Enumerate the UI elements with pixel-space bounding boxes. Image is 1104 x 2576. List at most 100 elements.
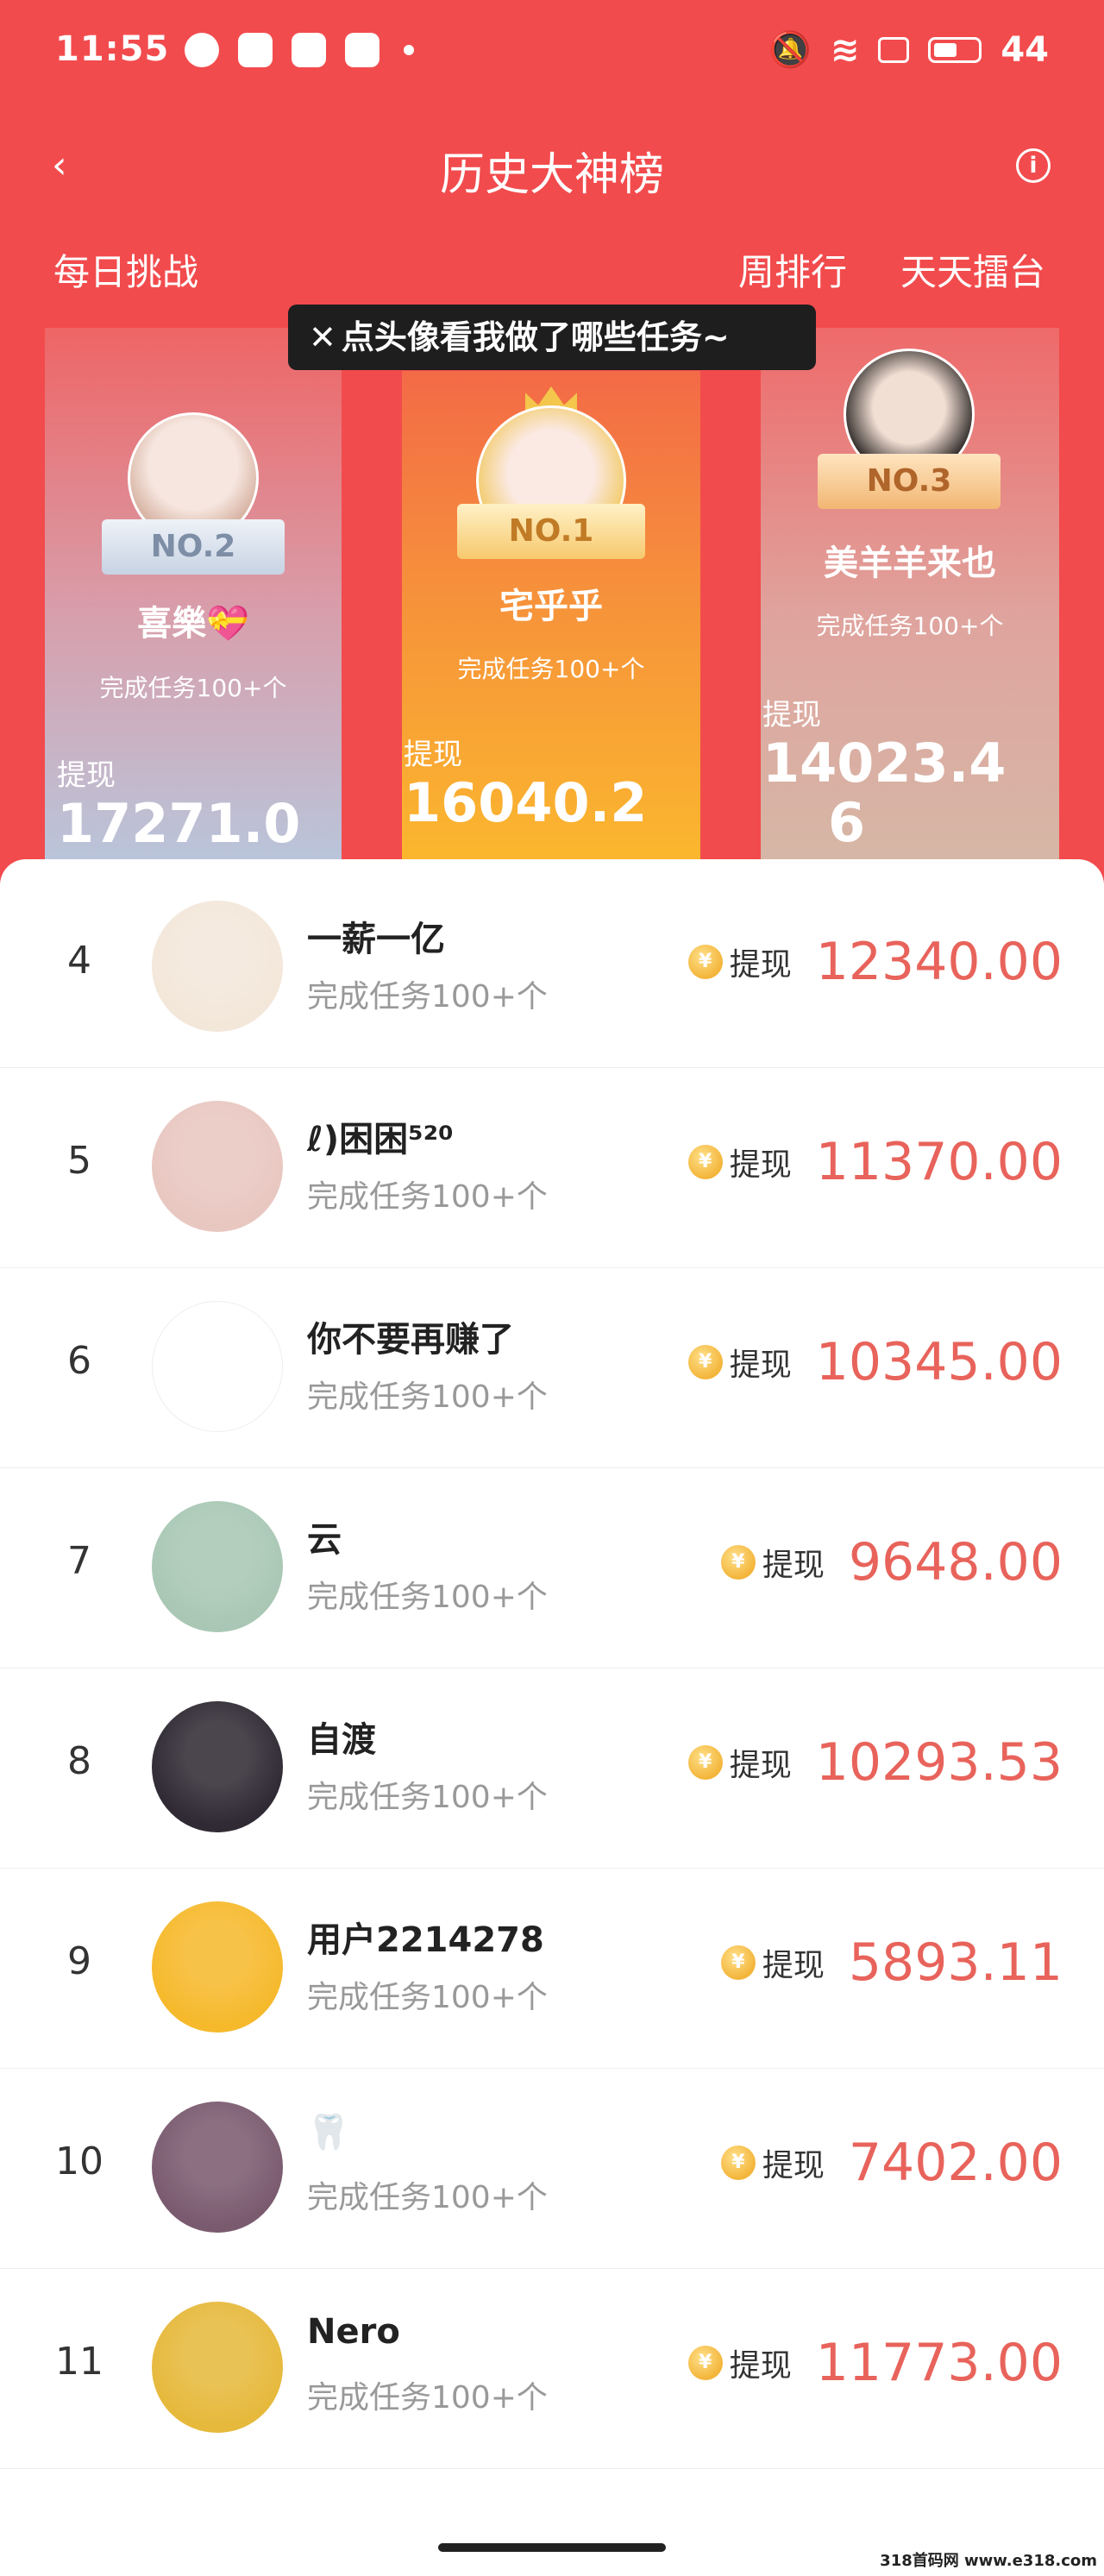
rank-number: 6 — [67, 1339, 91, 1383]
coin-icon: ¥ — [720, 1945, 756, 1980]
podium-withdraw: 提现14023.4 6 — [762, 699, 1059, 853]
user-name: 用户2214278 — [307, 1920, 544, 1960]
status-bar: 11:55 🔕 ≋ 44 — [0, 0, 1104, 104]
page-title: 历史大神榜 — [439, 149, 664, 201]
tab-weekly-ranking[interactable]: 周排行 — [738, 243, 847, 296]
rank-number: 7 — [67, 1539, 91, 1583]
avatar[interactable] — [152, 1101, 283, 1232]
podium-withdraw: 提现17271.0 — [57, 759, 342, 853]
podium-tasks: 完成任务100+个 — [457, 655, 645, 683]
wifi-icon: ≋ — [830, 29, 860, 70]
withdraw-amount: 10293.53 — [815, 1732, 1063, 1793]
withdraw-label: 提现 — [729, 1748, 792, 1783]
withdraw-info: ¥ 提现 11370.00 — [687, 1132, 1063, 1192]
coin-icon: ¥ — [720, 2146, 756, 2180]
info-icon[interactable]: i — [1016, 148, 1051, 183]
withdraw-amount: 9648.00 — [848, 1532, 1063, 1593]
user-name: 你不要再赚了 — [307, 1320, 514, 1360]
tab-daily-challenge[interactable]: 每日挑战 — [53, 243, 198, 296]
withdraw-label: 提现 — [762, 1948, 825, 1983]
user-name: 🦷 — [307, 2113, 350, 2152]
rank-number: 8 — [67, 1739, 91, 1783]
nav-bar: ‹ 历史大神榜 i — [0, 129, 1104, 202]
withdraw-info: ¥ 提现 11773.00 — [687, 2333, 1063, 2393]
list-item[interactable]: 9 用户2214278 完成任务100+个 ¥ 提现 5893.11 — [0, 1869, 1104, 2069]
list-item[interactable]: 4 一薪一亿 完成任务100+个 ¥ 提现 12340.00 — [0, 868, 1104, 1068]
mute-icon: 🔕 — [768, 30, 812, 70]
user-tasks: 完成任务100+个 — [307, 1580, 548, 1615]
rank-number: 5 — [67, 1139, 91, 1183]
tab-bar: 每日挑战 周排行 天天擂台 — [0, 243, 1104, 295]
withdraw-label: 提现 — [57, 758, 116, 793]
podium-third[interactable]: NO.3 美羊羊来也 完成任务100+个 提现14023.4 6 — [761, 328, 1059, 863]
user-tasks: 完成任务100+个 — [307, 1379, 548, 1415]
list-item[interactable]: 6 你不要再赚了完成任务100+个 ¥ 提现 10345.00 — [0, 1268, 1104, 1468]
tab-daily-arena[interactable]: 天天擂台 — [900, 243, 1045, 296]
withdraw-amount: 16040.2 — [404, 770, 648, 834]
close-icon[interactable]: ✕ — [309, 318, 336, 356]
coin-icon: ¥ — [687, 2346, 723, 2380]
avatar[interactable] — [152, 1301, 283, 1432]
withdraw-label: 提现 — [762, 1548, 825, 1583]
withdraw-label: 提现 — [762, 698, 821, 732]
withdraw-info: ¥ 提现 12340.00 — [687, 932, 1063, 992]
user-tasks: 完成任务100+个 — [307, 1780, 548, 1815]
avatar[interactable] — [152, 1501, 283, 1632]
avatar[interactable] — [152, 2302, 283, 2433]
rank-badge-2: NO.2 — [102, 519, 285, 575]
user-name: ℓ)困困⁵²⁰ — [307, 1120, 454, 1159]
battery-level: 44 — [1000, 29, 1049, 70]
ranking-list: 4 一薪一亿 完成任务100+个 ¥ 提现 12340.00 5 ℓ)困困⁵²⁰ 完成任务100… — [0, 859, 1104, 2576]
user-name: 自渡 — [307, 1720, 376, 1760]
rank-number: 4 — [67, 939, 91, 983]
podium-withdraw: 提现16040.2 — [404, 738, 700, 832]
avatar[interactable] — [152, 1901, 283, 2033]
withdraw-label: 提现 — [729, 947, 792, 983]
withdraw-amount: 11773.00 — [815, 2333, 1063, 2393]
user-name: 云 — [307, 1520, 342, 1560]
home-indicator[interactable] — [438, 2543, 666, 2552]
avatar[interactable] — [152, 1701, 283, 1832]
podium-name: 喜樂💝 — [137, 604, 249, 644]
withdraw-info: ¥ 提现 10345.00 — [687, 1332, 1063, 1392]
withdraw-info: ¥ 提现 5893.11 — [720, 1932, 1063, 1993]
status-time: 11:55 — [55, 29, 170, 69]
user-tasks: 完成任务100+个 — [307, 1980, 548, 2015]
withdraw-amount: 11370.00 — [815, 1132, 1063, 1192]
jd-icon — [345, 33, 380, 67]
withdraw-amount: 17271.0 — [57, 791, 301, 855]
withdraw-info: ¥ 提现 10293.53 — [687, 1732, 1063, 1793]
user-tasks: 完成任务100+个 — [307, 2380, 548, 2416]
user-tasks: 完成任务100+个 — [307, 1179, 548, 1215]
podium-tasks: 完成任务100+个 — [99, 674, 287, 702]
withdraw-amount: 5893.11 — [848, 1932, 1063, 1993]
list-item[interactable]: 5 ℓ)困困⁵²⁰ 完成任务100+个 ¥ 提现 11370.00 — [0, 1068, 1104, 1268]
user-tasks: 完成任务100+个 — [307, 2180, 548, 2215]
withdraw-amount-overflow: 6 — [828, 791, 866, 855]
screen-icon — [878, 36, 910, 63]
withdraw-label: 提现 — [729, 2348, 792, 2384]
list-item[interactable]: 7 云完成任务100+个 ¥ 提现 9648.00 — [0, 1468, 1104, 1668]
notification-icons — [185, 33, 414, 67]
podium-tasks: 完成任务100+个 — [816, 612, 1004, 640]
list-item[interactable]: 8 自渡 完成任务100+个 ¥ 提现 10293.53 — [0, 1668, 1104, 1869]
tooltip: ✕ 点头像看我做了哪些任务~ — [288, 305, 816, 370]
withdraw-info: ¥ 提现 7402.00 — [720, 2133, 1063, 2193]
chat-icon — [185, 33, 219, 67]
coin-icon: ¥ — [720, 1545, 756, 1580]
rank-badge-1: NO.1 — [457, 504, 645, 559]
avatar[interactable] — [152, 2102, 283, 2233]
tiktok-icon — [238, 33, 273, 67]
list-item[interactable]: 10 🦷 完成任务100+个 ¥ 提现 7402.00 — [0, 2069, 1104, 2269]
podium-first[interactable]: NO.1 宅乎乎 完成任务100+个 提现16040.2 — [402, 371, 700, 863]
user-name: Nero — [307, 2312, 400, 2352]
coin-icon: ¥ — [687, 1145, 723, 1179]
list-item[interactable]: 11 Nero 完成任务100+个 ¥ 提现 11773.00 — [0, 2269, 1104, 2469]
system-icons: 🔕 ≋ 44 — [768, 29, 1049, 71]
user-tasks: 完成任务100+个 — [307, 979, 548, 1015]
avatar[interactable] — [152, 901, 283, 1032]
rank-number: 10 — [55, 2139, 104, 2183]
podium-second[interactable]: NO.2 喜樂💝 完成任务100+个 提现17271.0 — [45, 328, 342, 863]
withdraw-amount: 14023.4 — [762, 731, 1007, 795]
withdraw-info: ¥ 提现 9648.00 — [720, 1532, 1063, 1593]
